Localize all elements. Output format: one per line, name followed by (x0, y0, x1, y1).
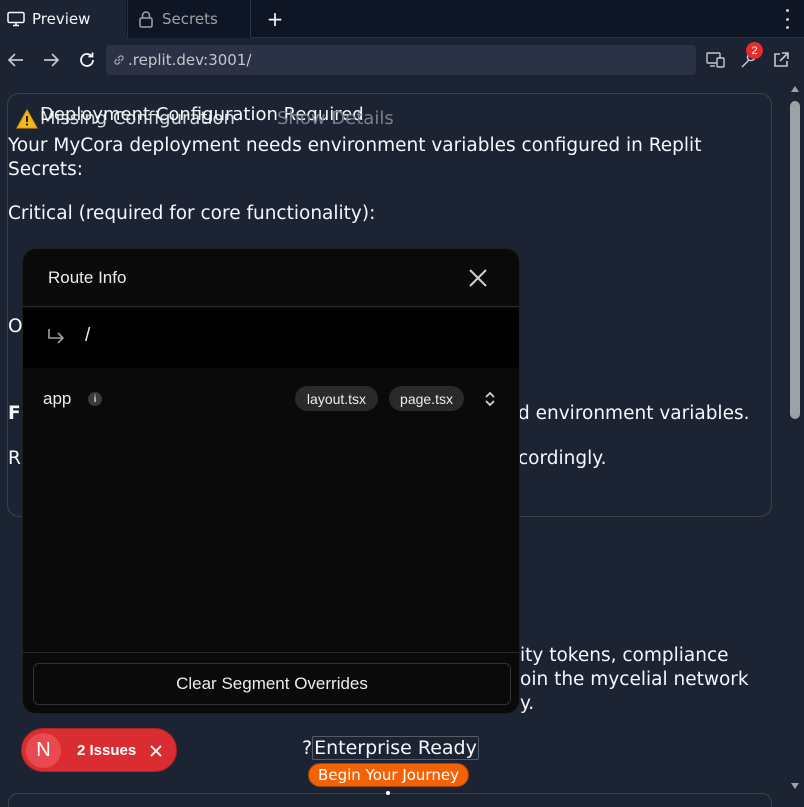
begin-journey-button[interactable]: Begin Your Journey (308, 763, 469, 787)
link-icon (112, 53, 126, 67)
page-scrollbar[interactable] (786, 83, 804, 807)
route-path: / (85, 325, 91, 346)
devices-icon[interactable] (705, 49, 727, 71)
back-arrow-icon[interactable] (5, 49, 27, 71)
more-options-icon[interactable] (784, 9, 790, 29)
chevron-up-down-icon[interactable] (483, 390, 497, 408)
warning-icon (16, 108, 38, 133)
scroll-up-arrow-icon[interactable] (791, 86, 799, 92)
alert-fragment-o: O (8, 316, 23, 337)
tab-preview-label: Preview (32, 10, 91, 28)
cta-heading: ? Enterprise Ready (302, 736, 479, 760)
address-bar: .replit.dev:3001/ 2 (0, 38, 804, 83)
alert-fragment-accordingly: cordingly. (518, 448, 607, 469)
tab-secrets[interactable]: Secrets (127, 0, 251, 38)
segment-name: app (43, 389, 72, 408)
tab-preview[interactable]: Preview (0, 0, 126, 38)
add-tab-button[interactable]: + (262, 0, 288, 38)
segment-row: app i layout.tsx page.tsx (23, 369, 519, 429)
cta-prefix: ? (302, 737, 313, 759)
forward-arrow-icon[interactable] (40, 49, 62, 71)
route-info-header: Route Info (23, 249, 519, 307)
tab-bar: Preview Secrets + (0, 0, 804, 38)
body-line-2: oin the mycelial network (520, 669, 749, 690)
tab-secrets-label: Secrets (162, 10, 218, 28)
url-text: .replit.dev:3001/ (128, 51, 252, 69)
enterprise-ready-label: Enterprise Ready (312, 736, 479, 760)
route-info-panel: Route Info / app i layout.tsx page.tsx C… (22, 248, 520, 714)
issues-indicator[interactable]: N 2 Issues (21, 728, 177, 772)
alert-critical-heading: Critical (required for core functionalit… (8, 203, 376, 224)
route-info-title: Route Info (48, 268, 127, 287)
scroll-down-arrow-icon[interactable] (791, 783, 799, 789)
nextjs-logo-icon[interactable]: N (26, 733, 61, 768)
show-details-toggle[interactable]: Show Details (277, 108, 394, 129)
route-info-footer: Clear Segment Overrides (23, 652, 519, 713)
dismiss-issues-icon[interactable] (149, 744, 163, 758)
url-input[interactable]: .replit.dev:3001/ (106, 45, 696, 75)
open-new-window-icon[interactable] (770, 49, 792, 71)
body-line-1: ity tokens, compliance (520, 645, 729, 666)
alert-fragment-r: R (8, 448, 21, 469)
body-line-3: y. (520, 693, 535, 714)
page-file-pill[interactable]: page.tsx (389, 386, 464, 411)
corner-down-right-icon (46, 327, 66, 347)
reload-icon[interactable] (76, 49, 98, 71)
alert-intro: Your MyCora deployment needs environment… (8, 135, 702, 180)
route-path-row: / (23, 308, 519, 368)
close-icon[interactable] (467, 267, 489, 289)
devtools-badge: 2 (746, 42, 763, 59)
monitor-icon (6, 10, 26, 28)
info-icon[interactable]: i (88, 392, 102, 406)
issues-count-label[interactable]: 2 Issues (77, 742, 136, 759)
next-section-card (8, 793, 772, 807)
clear-segment-overrides-button[interactable]: Clear Segment Overrides (33, 663, 511, 705)
scroll-thumb[interactable] (790, 101, 800, 419)
lock-icon (136, 10, 156, 28)
alert-fragment-env: d environment variables. (518, 403, 750, 424)
layout-file-pill[interactable]: layout.tsx (295, 386, 378, 411)
carousel-dot[interactable] (386, 791, 390, 795)
